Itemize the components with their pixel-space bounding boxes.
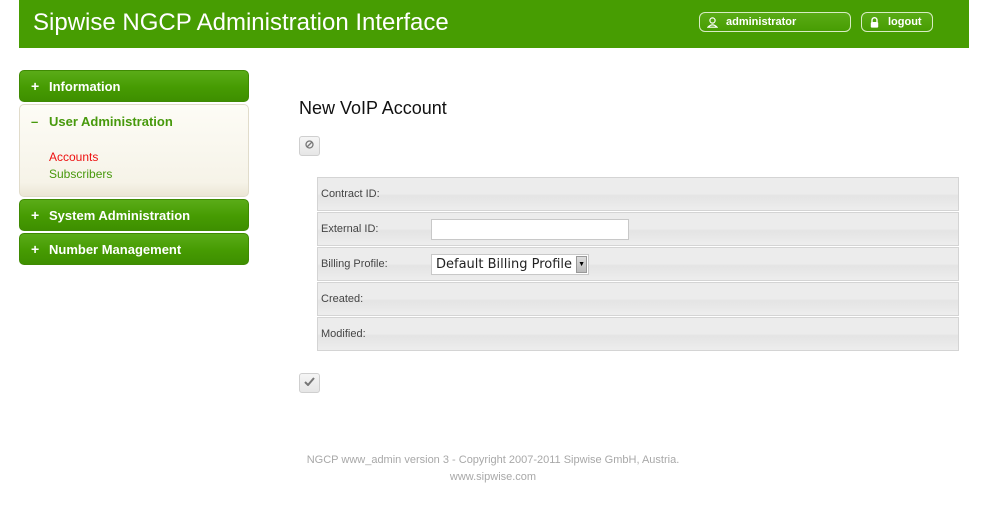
header-bar: Sipwise NGCP Administration Interface ad…	[19, 0, 969, 48]
sidebar-section-information[interactable]: + Information	[19, 70, 249, 102]
form-row-modified: Modified:	[317, 317, 959, 351]
app-title: Sipwise NGCP Administration Interface	[33, 9, 449, 36]
sidebar-section-number-management[interactable]: + Number Management	[19, 233, 249, 265]
lock-icon	[868, 16, 880, 28]
expand-icon: +	[31, 78, 40, 94]
dropdown-arrow-icon: ▼	[576, 255, 588, 273]
section-label: User Administration	[49, 114, 173, 129]
expand-icon: +	[31, 241, 40, 257]
sidebar-section-user-administration: – User Administration Accounts Subscribe…	[19, 104, 249, 197]
logout-label: logout	[888, 16, 922, 28]
billing-profile-value: Default Billing Profile	[436, 256, 573, 272]
account-form: Contract ID: External ID: Billing Profil…	[317, 177, 959, 352]
user-icon	[706, 16, 718, 28]
section-label: System Administration	[49, 207, 191, 223]
page-title: New VoIP Account	[299, 98, 447, 118]
checkmark-icon	[304, 377, 315, 389]
footer: NGCP www_admin version 3 - Copyright 200…	[0, 452, 986, 486]
cancel-button[interactable]	[299, 136, 320, 156]
modified-label: Modified:	[321, 328, 366, 340]
user-name: administrator	[726, 16, 797, 28]
logout-button[interactable]: logout	[861, 12, 933, 32]
submenu: Accounts Subscribers	[31, 149, 248, 183]
sidebar-item-subscribers[interactable]: Subscribers	[49, 166, 248, 183]
external-id-input[interactable]	[431, 218, 629, 240]
contract-id-label: Contract ID:	[321, 188, 380, 200]
copyright-text: NGCP www_admin version 3 - Copyright 200…	[306, 454, 680, 466]
billing-profile-select[interactable]: Default Billing Profile ▼	[431, 253, 590, 275]
section-label: Number Management	[49, 241, 182, 257]
section-header-user-administration[interactable]: – User Administration	[31, 114, 248, 129]
cancel-icon	[305, 140, 314, 152]
form-row-billing-profile: Billing Profile: Default Billing Profile…	[317, 247, 959, 281]
save-button[interactable]	[299, 373, 320, 393]
sidebar-section-system-administration[interactable]: + System Administration	[19, 199, 249, 231]
website-link[interactable]: www.sipwise.com	[0, 469, 986, 486]
billing-profile-label: Billing Profile:	[321, 258, 388, 270]
collapse-icon: –	[31, 114, 39, 129]
expand-icon: +	[31, 207, 40, 223]
sidebar-item-accounts[interactable]: Accounts	[49, 149, 248, 166]
user-button[interactable]: administrator	[699, 12, 851, 32]
form-row-external-id: External ID:	[317, 212, 959, 246]
external-id-label: External ID:	[321, 223, 379, 235]
form-row-created: Created:	[317, 282, 959, 316]
form-row-contract-id: Contract ID:	[317, 177, 959, 211]
section-label: Information	[49, 78, 121, 94]
created-label: Created:	[321, 293, 364, 305]
sidebar-nav: + Information – User Administration Acco…	[19, 70, 249, 267]
